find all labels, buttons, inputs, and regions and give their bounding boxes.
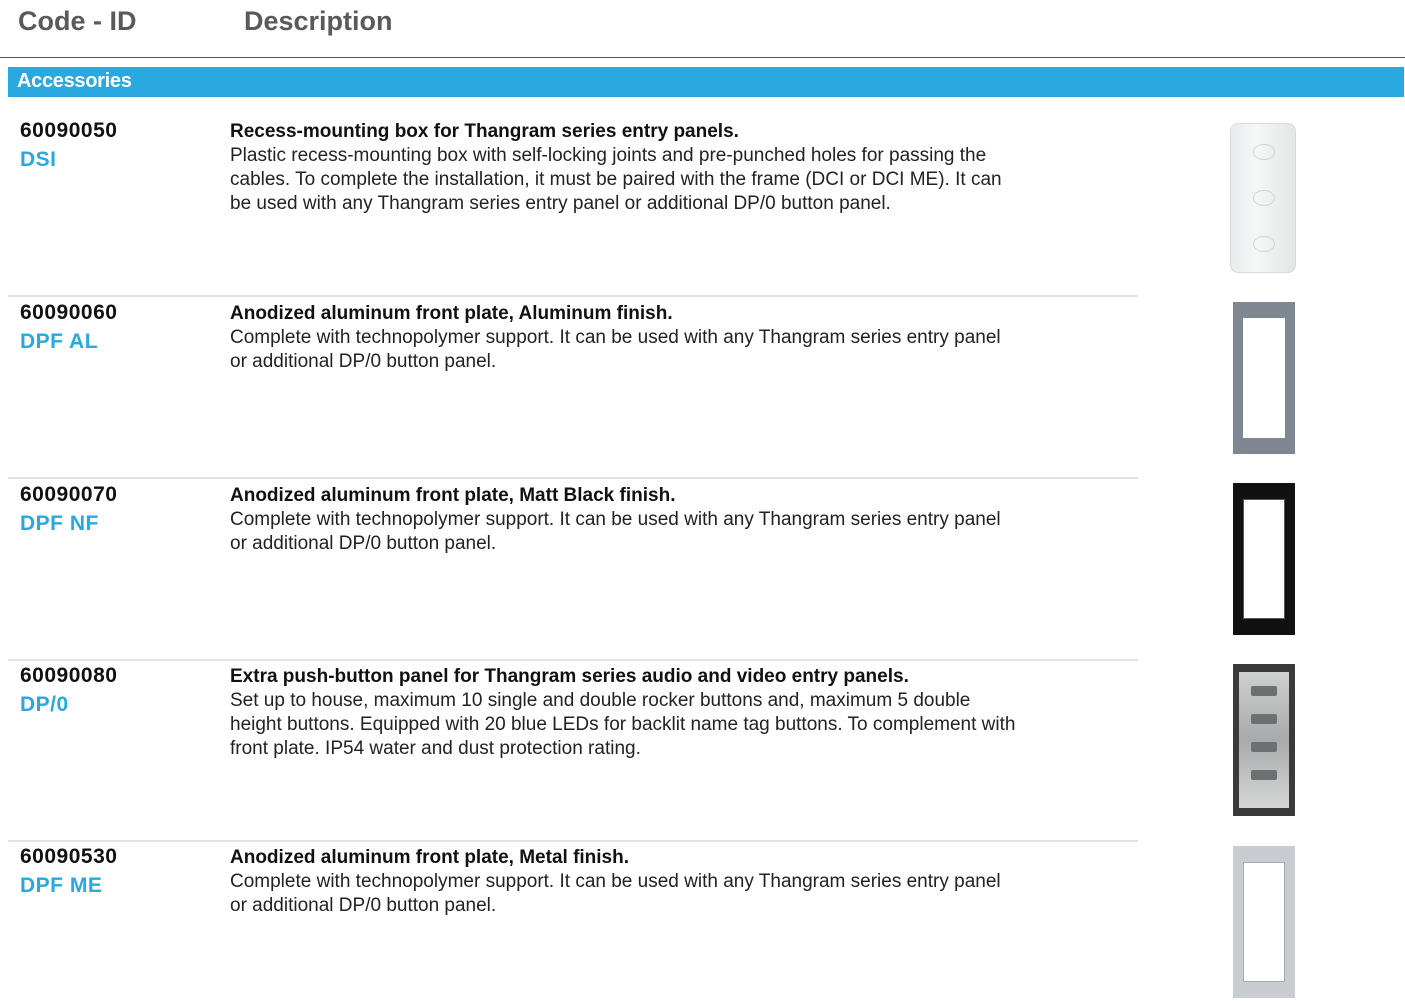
product-id: DPF NF bbox=[20, 512, 99, 535]
product-code: 60090530 bbox=[20, 845, 118, 868]
product-title: Recess-mounting box for Thangram series … bbox=[230, 121, 739, 142]
panel-button bbox=[1251, 770, 1277, 780]
black-front-plate-image bbox=[1233, 483, 1295, 635]
product-description: Complete with technopolymer support. It … bbox=[230, 327, 1001, 372]
product-row: 60090070 DPF NF Anodized aluminum front … bbox=[8, 480, 1404, 661]
product-row: 60090080 DP/0 Extra push-button panel fo… bbox=[8, 661, 1404, 842]
row-divider bbox=[8, 295, 1138, 297]
aluminum-front-plate-image bbox=[1233, 302, 1295, 454]
panel-button bbox=[1251, 742, 1277, 752]
product-description: Set up to house, maximum 10 single and d… bbox=[230, 690, 1016, 759]
product-description: Plastic recess-mounting box with self-lo… bbox=[230, 145, 1002, 214]
panel-board bbox=[1239, 672, 1289, 808]
section-band: Accessories bbox=[8, 67, 1404, 97]
row-divider bbox=[8, 477, 1138, 479]
product-description: Complete with technopolymer support. It … bbox=[230, 871, 1001, 916]
plate-window bbox=[1243, 862, 1285, 982]
product-id: DSI bbox=[20, 148, 57, 171]
product-code: 60090060 bbox=[20, 301, 118, 324]
table-header: Code - ID Description bbox=[0, 0, 1405, 58]
knockout-hole bbox=[1253, 236, 1275, 252]
product-row: 60090050 DSI Recess-mounting box for Tha… bbox=[8, 116, 1404, 297]
description-column-header: Description bbox=[244, 6, 393, 36]
recess-box-image bbox=[1230, 123, 1296, 273]
section-title: Accessories bbox=[17, 70, 132, 92]
product-row: 60090060 DPF AL Anodized aluminum front … bbox=[8, 298, 1404, 479]
product-title: Anodized aluminum front plate, Metal fin… bbox=[230, 847, 630, 868]
product-row: 60090530 DPF ME Anodized aluminum front … bbox=[8, 842, 1404, 1001]
product-description: Complete with technopolymer support. It … bbox=[230, 509, 1001, 554]
product-id: DPF AL bbox=[20, 330, 99, 353]
product-id: DP/0 bbox=[20, 693, 69, 716]
product-code: 60090070 bbox=[20, 483, 118, 506]
product-title: Anodized aluminum front plate, Matt Blac… bbox=[230, 485, 676, 506]
plate-window bbox=[1243, 499, 1285, 619]
knockout-hole bbox=[1253, 144, 1275, 160]
knockout-hole bbox=[1253, 190, 1275, 206]
push-button-panel-image bbox=[1233, 664, 1295, 816]
plate-window bbox=[1243, 318, 1285, 438]
panel-button bbox=[1251, 714, 1277, 724]
product-id: DPF ME bbox=[20, 874, 103, 897]
product-title: Extra push-button panel for Thangram ser… bbox=[230, 666, 909, 687]
product-code: 60090080 bbox=[20, 664, 118, 687]
panel-button bbox=[1251, 686, 1277, 696]
metal-front-plate-image bbox=[1233, 846, 1295, 998]
product-code: 60090050 bbox=[20, 119, 118, 142]
product-title: Anodized aluminum front plate, Aluminum … bbox=[230, 303, 673, 324]
code-id-column-header: Code - ID bbox=[18, 6, 137, 36]
